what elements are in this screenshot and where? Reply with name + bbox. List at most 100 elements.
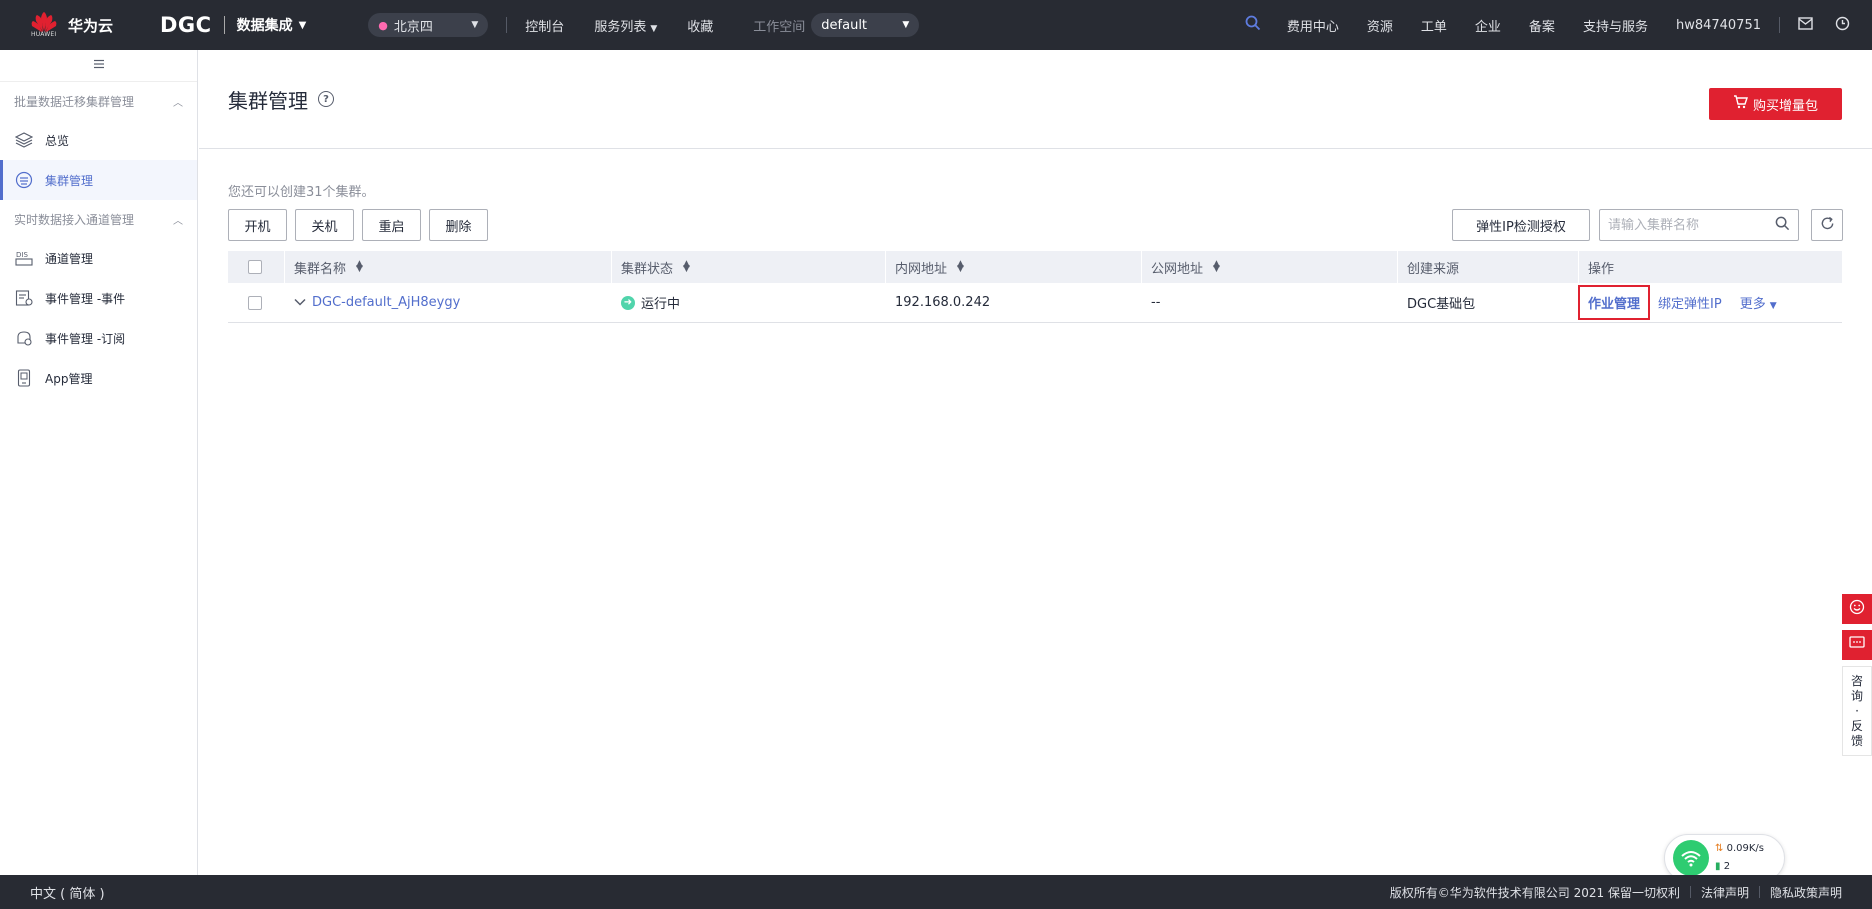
row-checkbox[interactable] (248, 295, 262, 310)
top-nav: 控制台 服务列表 ▼ 收藏 工作空间 default ▼ (525, 0, 920, 50)
mail-icon[interactable] (1798, 16, 1813, 34)
user-menu[interactable]: hw84740751 (1676, 18, 1761, 33)
chevron-up-icon: ︿ (173, 97, 183, 109)
workspace-value: default (821, 17, 868, 33)
service-name: 数据集成 (236, 18, 293, 34)
start-button[interactable]: 开机 (228, 209, 287, 241)
nav-resources[interactable]: 资源 (1367, 16, 1393, 35)
svg-text:DIS: DIS (16, 251, 28, 259)
table-row: DGC-default_AjH8eygy ➜ 运行中 192.168.0.242… (228, 283, 1842, 323)
feedback-char: 询 (1850, 688, 1863, 703)
sidebar-item-overview[interactable]: 总览 (0, 120, 197, 160)
sidebar-group-batch-migration[interactable]: 批量数据迁移集群管理 ︿ (0, 82, 197, 120)
nav-enterprise[interactable]: 企业 (1475, 16, 1501, 35)
sidebar-group-realtime-channel[interactable]: 实时数据接入通道管理 ︿ (0, 200, 197, 238)
sidebar-item-channel-management[interactable]: DIS 通道管理 (0, 238, 197, 278)
sort-icon[interactable]: ▲ ▼ (683, 260, 690, 274)
nav-support[interactable]: 支持与服务 (1583, 16, 1648, 35)
cluster-table: 集群名称 ▲ ▼ 集群状态 ▲ ▼ 内网地址 ▲ ▼ 公网地址 ▲ ▼ 创建来源 操作 (228, 251, 1842, 323)
row-checkbox-cell (228, 283, 284, 322)
eip-auth-button[interactable]: 弹性IP检测授权 (1452, 209, 1590, 241)
chevron-down-icon[interactable] (294, 296, 306, 309)
cluster-name-link[interactable]: DGC-default_AjH8eygy (312, 295, 460, 310)
updown-arrows-icon: ⇅ (1715, 843, 1724, 854)
event-icon (14, 288, 34, 308)
cluster-icon (14, 170, 34, 190)
chevron-up-icon: ︿ (173, 215, 183, 227)
network-speed: 0.09K/s (1726, 843, 1764, 854)
caret-down-icon: ▼ (1769, 301, 1777, 311)
privacy-link[interactable]: 隐私政策声明 (1770, 884, 1842, 901)
job-management-link[interactable]: 作业管理 (1578, 285, 1651, 320)
sort-icon[interactable]: ▲ ▼ (1213, 260, 1220, 274)
caret-down-icon: ▼ (471, 20, 479, 30)
feedback-char: · (1855, 703, 1859, 718)
more-dropdown[interactable]: 更多 ▼ (1740, 293, 1777, 312)
sidebar: 批量数据迁移集群管理 ︿ 总览 集群管理 实时数据接入通道管理 ︿ DIS 通道… (0, 50, 198, 875)
caret-down-icon: ▼ (650, 23, 658, 34)
nav-console[interactable]: 控制台 (525, 16, 564, 35)
region-value: 北京四 (393, 19, 433, 35)
location-pin-icon: ● (378, 18, 388, 32)
region-select[interactable]: ● 北京四 ▼ (368, 13, 489, 37)
divider (1779, 17, 1780, 33)
nav-billing[interactable]: 费用中心 (1287, 16, 1339, 35)
nav-favorites[interactable]: 收藏 (687, 16, 713, 35)
feedback-char: 馈 (1850, 733, 1863, 748)
sidebar-item-app-management[interactable]: App管理 (0, 358, 197, 398)
divider (1689, 886, 1691, 898)
delete-button[interactable]: 删除 (429, 209, 488, 241)
consult-feedback-tab[interactable]: 咨 询 · 反 馈 (1842, 666, 1872, 756)
sort-icon[interactable]: ▲ ▼ (957, 260, 964, 274)
cell-public-ip: -- (1151, 295, 1161, 310)
select-all-checkbox[interactable] (248, 260, 262, 274)
shutdown-button[interactable]: 关机 (295, 209, 354, 241)
table-header: 集群名称 ▲ ▼ 集群状态 ▲ ▼ 内网地址 ▲ ▼ 公网地址 ▲ ▼ 创建来源 操作 (228, 251, 1842, 283)
cluster-search-box[interactable] (1599, 209, 1799, 241)
sidebar-item-label: 集群管理 (45, 173, 94, 188)
caret-down-icon: ▼ (298, 19, 307, 31)
legal-link[interactable]: 法律声明 (1701, 884, 1749, 901)
column-header-operations: 操作 (1578, 251, 1842, 283)
bind-eip-link[interactable]: 绑定弹性IP (1658, 293, 1722, 312)
divider (1758, 886, 1760, 898)
sidebar-collapse-toggle[interactable] (0, 50, 197, 82)
clock-icon[interactable] (1835, 16, 1850, 35)
buy-package-button[interactable]: 购买增量包 (1709, 88, 1842, 120)
sort-icon[interactable]: ▲ ▼ (356, 260, 363, 274)
nav-service-list[interactable]: 服务列表 ▼ (594, 16, 657, 35)
restart-button[interactable]: 重启 (362, 209, 421, 241)
workspace-select[interactable]: default ▼ (811, 13, 920, 37)
header-checkbox-cell (228, 251, 284, 283)
network-count-line: ▮ 2 (1715, 858, 1764, 876)
column-header-status[interactable]: 集群状态 ▲ ▼ (611, 251, 885, 283)
nav-filing[interactable]: 备案 (1529, 16, 1555, 35)
nav-tickets[interactable]: 工单 (1421, 16, 1447, 35)
sidebar-item-event-subscription[interactable]: 事件管理 -订阅 (0, 318, 197, 358)
language-switch[interactable]: 中文 ( 简体 ) (30, 883, 105, 902)
smile-feedback-button[interactable] (1842, 594, 1872, 624)
refresh-button[interactable] (1811, 209, 1843, 241)
brand-logo[interactable]: HUAWEI 华为云 (0, 0, 135, 50)
menu-icon (93, 58, 105, 73)
cluster-search-input[interactable] (1608, 217, 1768, 233)
column-header-inner-ip[interactable]: 内网地址 ▲ ▼ (885, 251, 1141, 283)
search-icon[interactable] (1245, 15, 1261, 35)
smile-icon (1849, 599, 1865, 619)
product-switcher[interactable]: DGC 数据集成 ▼ (160, 0, 306, 50)
wifi-icon (1673, 840, 1709, 876)
column-label: 集群状态 (621, 261, 674, 277)
sidebar-item-event-management[interactable]: 事件管理 -事件 (0, 278, 197, 318)
help-icon[interactable]: ? (318, 91, 334, 107)
layers-icon (14, 130, 34, 150)
chat-button[interactable] (1842, 630, 1872, 660)
column-header-public-ip[interactable]: 公网地址 ▲ ▼ (1141, 251, 1397, 283)
main-content: 集群管理 ? 购买增量包 您还可以创建31个集群。 开机 关机 重启 删除 弹性… (199, 50, 1872, 875)
sidebar-item-cluster-management[interactable]: 集群管理 (0, 160, 197, 200)
column-header-name[interactable]: 集群名称 ▲ ▼ (284, 251, 611, 283)
nav-service-list-label: 服务列表 (594, 19, 647, 35)
quota-text: 您还可以创建31个集群。 (228, 185, 375, 200)
page-header: 集群管理 ? 购买增量包 (199, 50, 1872, 149)
search-icon[interactable] (1775, 216, 1790, 235)
top-bar: HUAWEI 华为云 DGC 数据集成 ▼ ● 北京四 ▼ 控制台 服务列表 ▼ … (0, 0, 1872, 50)
